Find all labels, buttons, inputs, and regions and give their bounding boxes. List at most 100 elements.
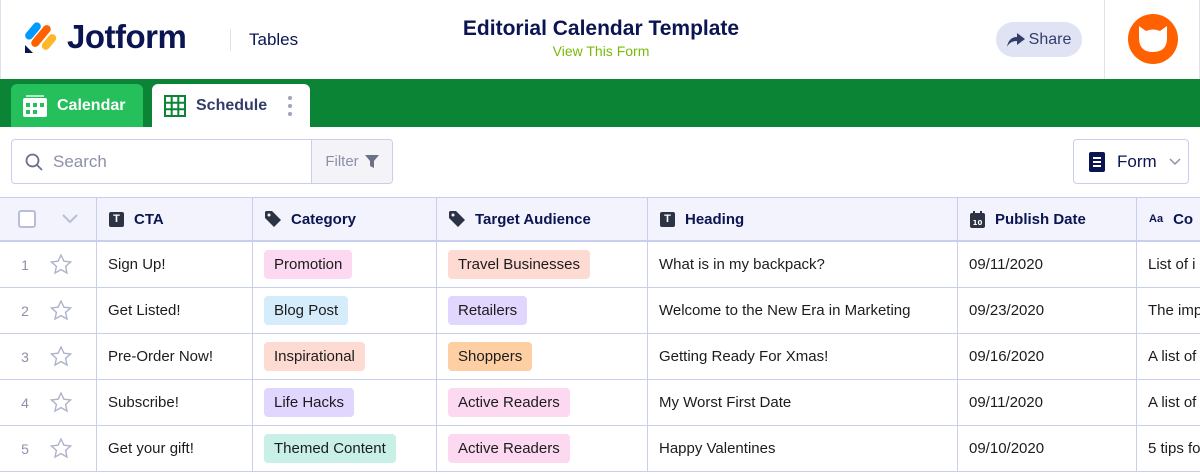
category-chip: Themed Content <box>264 434 396 463</box>
cta-cell[interactable]: Pre-Order Now! <box>97 334 253 379</box>
content-cell[interactable]: A list of <box>1137 380 1200 425</box>
search-input[interactable] <box>53 151 273 172</box>
tag-icon <box>265 211 281 227</box>
filter-label: Filter <box>325 153 359 170</box>
audience-chip: Active Readers <box>448 388 570 417</box>
brand-name: Jotform <box>67 18 187 55</box>
category-cell[interactable]: Life Hacks <box>253 380 437 425</box>
avatar[interactable] <box>1128 14 1178 64</box>
publish-date-cell[interactable]: 09/16/2020 <box>958 334 1137 379</box>
row-number: 3 <box>21 348 29 365</box>
table-row[interactable]: 2 Get Listed! Blog Post Retailers Welcom… <box>0 288 1200 334</box>
publish-date-cell[interactable]: 09/11/2020 <box>958 242 1137 287</box>
chevron-down-icon[interactable] <box>62 214 78 224</box>
audience-cell[interactable]: Active Readers <box>437 380 648 425</box>
column-header-cta[interactable]: T CTA <box>97 198 253 240</box>
text-icon: T <box>660 211 675 227</box>
category-cell[interactable]: Blog Post <box>253 288 437 333</box>
heading-cell[interactable]: Happy Valentines <box>648 426 958 471</box>
table-row[interactable]: 3 Pre-Order Now! Inspirational Shoppers … <box>0 334 1200 380</box>
audience-chip: Shoppers <box>448 342 533 371</box>
category-chip: Promotion <box>264 250 353 279</box>
jotform-logo[interactable]: Jotform <box>23 18 187 56</box>
star-icon[interactable] <box>50 300 72 321</box>
tab-schedule[interactable]: Schedule <box>152 84 310 127</box>
audience-cell[interactable]: Travel Businesses <box>437 242 648 287</box>
audience-cell[interactable]: Shoppers <box>437 334 648 379</box>
tab-label: Calendar <box>57 96 126 114</box>
divider <box>1104 0 1105 79</box>
funnel-icon <box>364 155 379 168</box>
tab-calendar[interactable]: Calendar <box>11 84 143 127</box>
cta-cell[interactable]: Subscribe! <box>97 380 253 425</box>
column-label: Heading <box>685 210 745 228</box>
row-controls: 5 <box>0 426 97 471</box>
audience-chip: Retailers <box>448 296 528 325</box>
content-cell[interactable]: A list of <box>1137 334 1200 379</box>
heading-cell[interactable]: Welcome to the New Era in Marketing <box>648 288 958 333</box>
cta-cell[interactable]: Sign Up! <box>97 242 253 287</box>
row-number: 1 <box>21 256 29 273</box>
tag-icon <box>449 211 465 227</box>
divider <box>230 29 231 51</box>
page-title: Editorial Calendar Template <box>462 17 740 40</box>
form-icon <box>1089 151 1105 172</box>
star-icon[interactable] <box>50 392 72 413</box>
table-row[interactable]: 1 Sign Up! Promotion Travel Businesses W… <box>0 242 1200 288</box>
category-chip: Blog Post <box>264 296 349 325</box>
tab-label: Schedule <box>196 96 268 114</box>
category-cell[interactable]: Promotion <box>253 242 437 287</box>
category-chip: Inspirational <box>264 342 365 371</box>
chevron-down-icon <box>1169 157 1181 165</box>
content-cell[interactable]: The imp <box>1137 288 1200 333</box>
search-bar: Filter <box>11 139 393 184</box>
column-header-content[interactable]: Aa Co <box>1137 198 1200 240</box>
publish-date-cell[interactable]: 09/11/2020 <box>958 380 1137 425</box>
heading-cell[interactable]: What is in my backpack? <box>648 242 958 287</box>
cta-cell[interactable]: Get Listed! <box>97 288 253 333</box>
content-cell[interactable]: List of i <box>1137 242 1200 287</box>
audience-chip: Active Readers <box>448 434 570 463</box>
column-label: Target Audience <box>475 210 591 228</box>
search-icon <box>25 153 43 171</box>
audience-cell[interactable]: Active Readers <box>437 426 648 471</box>
date-icon: 10 <box>970 210 985 228</box>
column-label: Co <box>1173 210 1194 228</box>
category-cell[interactable]: Themed Content <box>253 426 437 471</box>
share-button[interactable]: Share <box>996 22 1082 57</box>
select-all-checkbox[interactable] <box>18 210 36 228</box>
text-icon: T <box>109 211 124 227</box>
svg-text:10: 10 <box>973 219 983 227</box>
publish-date-cell[interactable]: 09/23/2020 <box>958 288 1137 333</box>
table-row[interactable]: 5 Get your gift! Themed Content Active R… <box>0 426 1200 472</box>
column-header-category[interactable]: Category <box>253 198 437 240</box>
cta-cell[interactable]: Get your gift! <box>97 426 253 471</box>
row-controls: 2 <box>0 288 97 333</box>
row-controls: 1 <box>0 242 97 287</box>
column-header-target-audience[interactable]: Target Audience <box>437 198 648 240</box>
star-icon[interactable] <box>50 346 72 367</box>
column-header-publish-date[interactable]: 10 Publish Date <box>958 198 1137 240</box>
share-label: Share <box>1028 30 1072 48</box>
heading-cell[interactable]: My Worst First Date <box>648 380 958 425</box>
filter-button[interactable]: Filter <box>311 140 392 183</box>
more-options-icon[interactable] <box>288 96 292 116</box>
form-dropdown[interactable]: Form <box>1073 139 1189 184</box>
grid-icon <box>164 94 186 117</box>
row-controls: 3 <box>0 334 97 379</box>
heading-cell[interactable]: Getting Ready For Xmas! <box>648 334 958 379</box>
long-text-icon: Aa <box>1149 213 1164 225</box>
row-number: 2 <box>21 302 29 319</box>
audience-cell[interactable]: Retailers <box>437 288 648 333</box>
table-row[interactable]: 4 Subscribe! Life Hacks Active Readers M… <box>0 380 1200 426</box>
publish-date-cell[interactable]: 09/10/2020 <box>958 426 1137 471</box>
data-table: T CTA Category Target Audience T Heading 1… <box>0 197 1200 472</box>
row-number: 4 <box>21 394 29 411</box>
view-form-link[interactable]: View This Form <box>401 43 801 59</box>
star-icon[interactable] <box>50 254 72 275</box>
row-controls: 4 <box>0 380 97 425</box>
content-cell[interactable]: 5 tips fo <box>1137 426 1200 471</box>
column-header-heading[interactable]: T Heading <box>648 198 958 240</box>
star-icon[interactable] <box>50 438 72 459</box>
category-cell[interactable]: Inspirational <box>253 334 437 379</box>
